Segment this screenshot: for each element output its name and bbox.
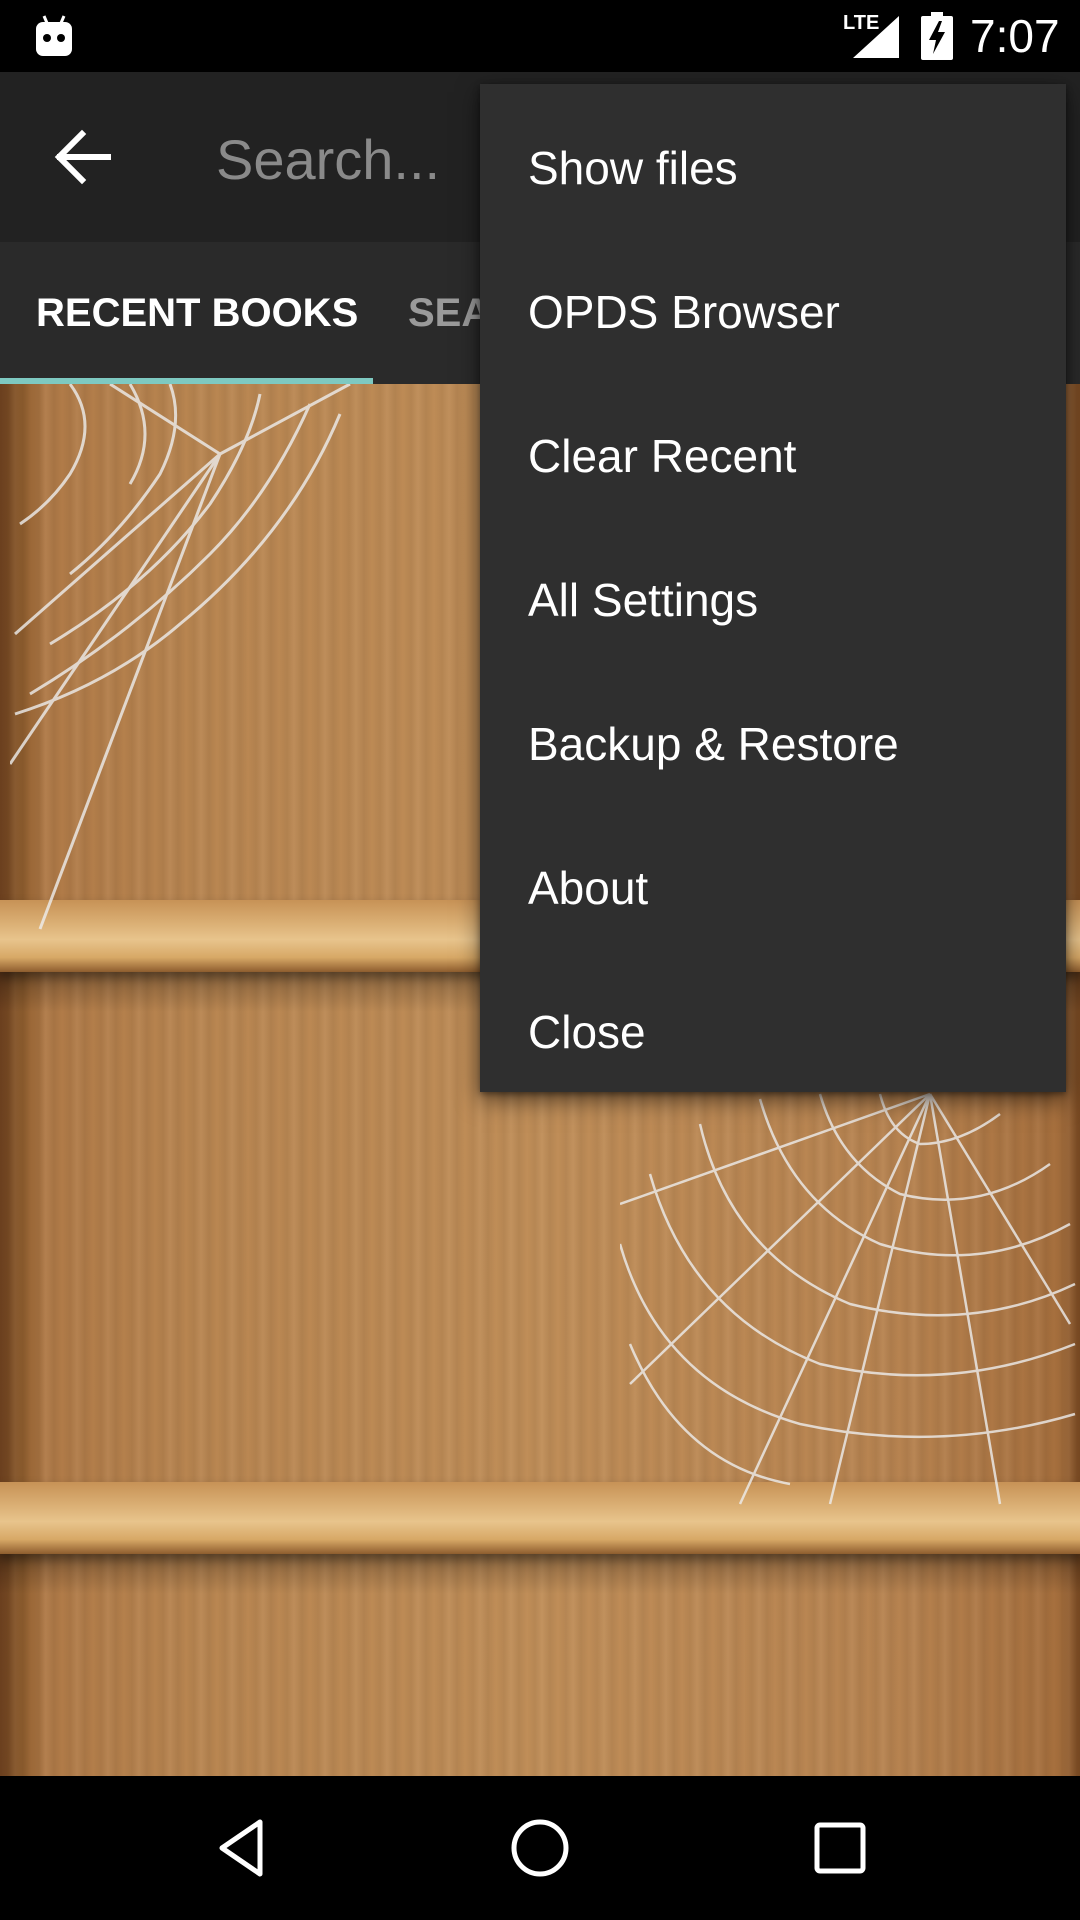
battery-charging-icon bbox=[921, 12, 953, 60]
menu-item-all-settings[interactable]: All Settings bbox=[480, 528, 1066, 672]
signal-icon bbox=[853, 16, 899, 58]
status-bar: LTE 7:07 bbox=[0, 0, 1080, 72]
cobweb-decoration bbox=[620, 1092, 1076, 1505]
home-circle-icon[interactable] bbox=[504, 1812, 576, 1884]
menu-item-opds-browser[interactable]: OPDS Browser bbox=[480, 240, 1066, 384]
menu-item-backup-restore[interactable]: Backup & Restore bbox=[480, 672, 1066, 816]
tab-search[interactable]: SEA bbox=[408, 242, 490, 384]
menu-item-close[interactable]: Close bbox=[480, 960, 1066, 1104]
shelf-shadow bbox=[0, 1554, 1080, 1594]
menu-item-about[interactable]: About bbox=[480, 816, 1066, 960]
clock: 7:07 bbox=[970, 10, 1060, 62]
cobweb-decoration bbox=[10, 384, 351, 930]
android-notification-icon bbox=[36, 15, 72, 56]
back-triangle-icon[interactable] bbox=[206, 1812, 278, 1884]
navigation-bar bbox=[0, 1776, 1080, 1920]
arrow-left-icon[interactable] bbox=[50, 124, 116, 190]
menu-item-show-files[interactable]: Show files bbox=[480, 96, 1066, 240]
menu-item-clear-recent[interactable]: Clear Recent bbox=[480, 384, 1066, 528]
overflow-menu: Show files OPDS Browser Clear Recent All… bbox=[480, 84, 1066, 1092]
recents-square-icon[interactable] bbox=[804, 1812, 876, 1884]
tab-recent-books[interactable]: RECENT BOOKS bbox=[36, 242, 358, 384]
